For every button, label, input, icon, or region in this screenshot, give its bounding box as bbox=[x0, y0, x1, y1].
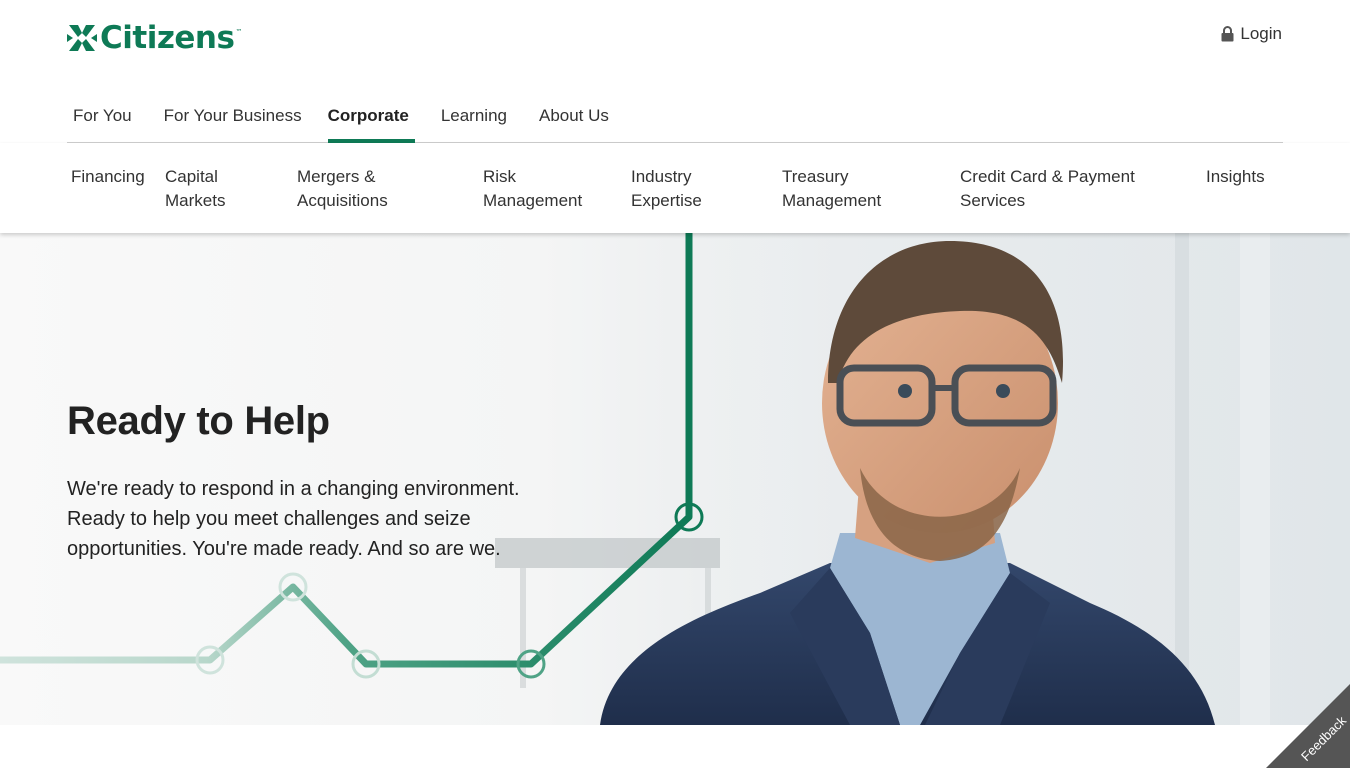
subnav-label: Capital bbox=[165, 167, 218, 186]
subnav-label: Risk bbox=[483, 167, 517, 186]
subnav-financing[interactable]: Financing bbox=[71, 165, 145, 189]
subnav-label: Services bbox=[960, 191, 1026, 210]
nav-tab-for-you[interactable]: For You bbox=[67, 96, 138, 142]
subnav-label: Expertise bbox=[631, 191, 702, 210]
login-label: Login bbox=[1240, 24, 1282, 43]
subnav-treasury-management[interactable]: Treasury Management bbox=[782, 165, 881, 213]
trademark-symbol: ™ bbox=[235, 28, 243, 36]
subnav-label: Industry bbox=[631, 167, 692, 186]
subnav-capital-markets[interactable]: Capital Markets bbox=[165, 165, 225, 213]
subnav-label: Management bbox=[782, 191, 882, 210]
subnav-label: Management bbox=[483, 191, 583, 210]
subnav-label: Acquisitions bbox=[297, 191, 388, 210]
nav-tab-corporate[interactable]: Corporate bbox=[327, 96, 415, 143]
nav-tab-about-us[interactable]: About Us bbox=[533, 96, 615, 142]
login-link[interactable]: Login bbox=[1221, 24, 1282, 44]
nav-tab-for-your-business[interactable]: For Your Business bbox=[158, 96, 308, 142]
subnav-industry-expertise[interactable]: Industry Expertise bbox=[631, 165, 702, 213]
page-below-hero bbox=[0, 725, 1350, 768]
feedback-tab[interactable]: Feedback bbox=[1266, 684, 1350, 768]
primary-nav: For You For Your Business Corporate Lear… bbox=[67, 96, 1283, 143]
subnav-mergers-acquisitions[interactable]: Mergers & Acquisitions bbox=[297, 165, 388, 213]
hero-body-text: We're ready to respond in a changing env… bbox=[67, 478, 520, 560]
brand-name: Citizens bbox=[100, 19, 235, 56]
nav-tab-learning[interactable]: Learning bbox=[435, 96, 513, 142]
subnav-label: Credit Card & Payment bbox=[960, 167, 1135, 186]
subnav-label: Mergers & bbox=[297, 167, 376, 186]
lock-icon bbox=[1221, 26, 1234, 42]
subnav-label: Insights bbox=[1206, 167, 1265, 186]
hero-banner: Ready to Help We're ready to respond in … bbox=[0, 233, 1350, 725]
subnav-label: Financing bbox=[71, 167, 145, 186]
subnav-credit-card-payment-services[interactable]: Credit Card & Payment Services bbox=[960, 165, 1135, 213]
subnav-insights[interactable]: Insights bbox=[1206, 165, 1265, 189]
subnav-risk-management[interactable]: Risk Management bbox=[483, 165, 582, 213]
citizens-logo-icon bbox=[67, 25, 97, 51]
subnav-label: Treasury bbox=[782, 167, 849, 186]
citizens-logo[interactable]: Citizens ™ bbox=[67, 20, 242, 56]
hero-headline: Ready to Help bbox=[67, 399, 330, 443]
subnav-label: Markets bbox=[165, 191, 226, 210]
secondary-nav: Financing Capital Markets Mergers & Acqu… bbox=[0, 143, 1350, 233]
